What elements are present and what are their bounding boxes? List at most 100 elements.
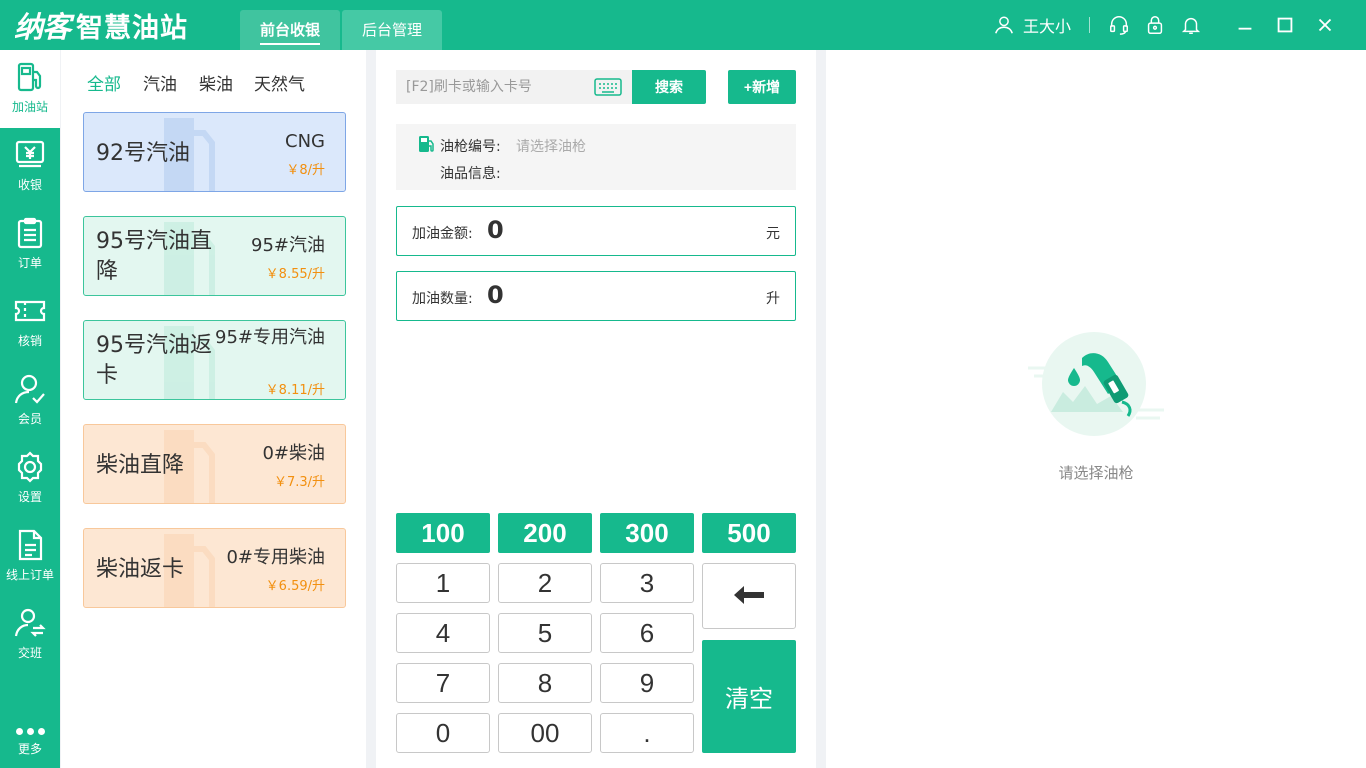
- keypad-key[interactable]: 2: [498, 563, 592, 603]
- keypad-key[interactable]: 3: [600, 563, 694, 603]
- backspace-button[interactable]: [702, 563, 796, 629]
- quick-amount-button[interactable]: 200: [498, 513, 592, 553]
- oil-price: ￥8.11/升: [265, 383, 325, 398]
- sidebar-label: 加油站: [11, 100, 48, 114]
- quick-amount-button[interactable]: 500: [702, 513, 796, 553]
- checkout-panel: 搜索 +新增 油枪编号: 请选择油枪 油品信息: 加油金额: 0 元 加油数量:…: [376, 50, 816, 768]
- app-logo: 纳客 智慧油站: [14, 7, 188, 44]
- oil-info-label: 油品信息:: [440, 166, 501, 182]
- member-icon: [14, 374, 45, 404]
- headset-icon[interactable]: [1108, 14, 1130, 36]
- fuel-volume-unit: 升: [766, 291, 780, 307]
- cashier-icon: [15, 140, 45, 168]
- search-button[interactable]: 搜索: [632, 70, 706, 104]
- sidebar-label: 订单: [17, 256, 42, 270]
- keypad-key[interactable]: 5: [498, 613, 592, 653]
- tab-front-cashier[interactable]: 前台收银: [240, 10, 340, 50]
- oil-price: ￥8/升: [286, 163, 325, 178]
- user-icon: [995, 16, 1013, 34]
- sidebar-label: 交班: [17, 646, 42, 660]
- keypad-key[interactable]: 00: [498, 713, 592, 753]
- top-right-controls: 王大小: [993, 0, 1366, 50]
- keypad-key[interactable]: 4: [396, 613, 490, 653]
- sidebar-item-verify[interactable]: 核销: [0, 284, 60, 362]
- filter-gasoline[interactable]: 汽油: [143, 70, 177, 95]
- quick-amount-button[interactable]: 300: [600, 513, 694, 553]
- gun-number-label: 油枪编号:: [440, 139, 501, 155]
- clear-button[interactable]: 清空: [702, 640, 796, 753]
- oil-type: CNG: [285, 131, 325, 152]
- sidebar-item-shift[interactable]: 交班: [0, 596, 60, 674]
- tab-backend-management[interactable]: 后台管理: [342, 10, 442, 50]
- oil-card[interactable]: 柴油直降 0#柴油 ￥7.3/升: [83, 424, 346, 504]
- shift-icon: [14, 608, 46, 637]
- sidebar-label: 会员: [17, 412, 42, 426]
- keypad-key[interactable]: 7: [396, 663, 490, 703]
- oil-card[interactable]: 95号汽油直降 95#汽油 ￥8.55/升: [83, 216, 346, 296]
- user-name[interactable]: 王大小: [1023, 13, 1071, 37]
- sidebar-item-settings[interactable]: 设置: [0, 440, 60, 518]
- gun-number-value: 请选择油枪: [516, 139, 586, 155]
- keyboard-icon[interactable]: [594, 78, 622, 96]
- title-bar: 纳客 智慧油站 前台收银 后台管理 王大小: [0, 0, 1366, 50]
- sidebar-label: 收银: [17, 178, 42, 192]
- card-number-input[interactable]: [396, 70, 592, 104]
- sidebar-item-cashier[interactable]: 收银: [0, 128, 60, 206]
- more-label[interactable]: 更多: [0, 740, 60, 757]
- keypad-key[interactable]: 0: [396, 713, 490, 753]
- card-search-box: [396, 70, 632, 104]
- fuel-amount-field[interactable]: 加油金额: 0 元: [396, 206, 796, 256]
- keypad-key[interactable]: 8: [498, 663, 592, 703]
- oil-type: 95#专用汽油: [215, 327, 325, 348]
- sidebar-label: 核销: [17, 334, 42, 348]
- document-icon: [18, 529, 43, 561]
- sidebar-item-online-orders[interactable]: 线上订单: [0, 518, 60, 596]
- more-icon[interactable]: [0, 720, 60, 739]
- filter-natural-gas[interactable]: 天然气: [254, 70, 305, 95]
- backspace-arrow-icon: [734, 585, 764, 604]
- empty-state-text: 请选择油枪: [1058, 464, 1134, 482]
- keypad-key[interactable]: 6: [600, 613, 694, 653]
- lock-icon[interactable]: [1144, 14, 1166, 36]
- sidebar-label: 设置: [17, 490, 42, 504]
- oil-price: ￥7.3/升: [273, 475, 325, 490]
- keypad-key[interactable]: .: [600, 713, 694, 753]
- divider: [1089, 17, 1090, 33]
- sidebar-item-member[interactable]: 会员: [0, 362, 60, 440]
- gun-info-box: 油枪编号: 请选择油枪 油品信息:: [396, 124, 796, 190]
- filter-diesel[interactable]: 柴油: [199, 70, 233, 95]
- close-icon[interactable]: [1314, 14, 1336, 36]
- sidebar-item-gas-station[interactable]: 加油站: [0, 50, 60, 128]
- maximize-icon[interactable]: [1274, 14, 1296, 36]
- filter-all[interactable]: 全部: [87, 70, 121, 95]
- keypad-key[interactable]: 1: [396, 563, 490, 603]
- oil-price: ￥8.55/升: [265, 267, 325, 282]
- oil-card[interactable]: 92号汽油 CNG ￥8/升: [83, 112, 346, 192]
- sidebar-label: 线上订单: [5, 568, 54, 582]
- oil-card[interactable]: 柴油返卡 0#专用柴油 ￥6.59/升: [83, 528, 346, 608]
- fuel-volume-field[interactable]: 加油数量: 0 升: [396, 271, 796, 321]
- fuel-amount-label: 加油金额:: [412, 226, 473, 242]
- tab-label: 前台收银: [259, 21, 320, 45]
- fuel-pump-icon: [17, 62, 42, 92]
- minimize-icon[interactable]: [1234, 14, 1256, 36]
- fuel-volume-label: 加油数量:: [412, 291, 473, 307]
- sidebar: 加油站 收银 订单 核销 会员 设置 线上订单 交班 更多: [0, 50, 60, 768]
- sidebar-item-orders[interactable]: 订单: [0, 206, 60, 284]
- fuel-nozzle-illustration: [1028, 332, 1164, 436]
- bell-icon[interactable]: [1180, 14, 1202, 36]
- order-icon: [17, 217, 43, 249]
- gun-selection-panel: 请选择油枪: [826, 50, 1366, 768]
- oil-type: 0#专用柴油: [226, 547, 325, 568]
- oil-price: ￥6.59/升: [265, 579, 325, 594]
- ticket-icon: [14, 300, 46, 322]
- oil-type: 95#汽油: [251, 235, 325, 256]
- keypad-key[interactable]: 9: [600, 663, 694, 703]
- fuel-amount-unit: 元: [766, 226, 780, 242]
- fuel-volume-value: 0: [487, 281, 504, 309]
- oil-panel: 全部 汽油 柴油 天然气 92号汽油 CNG ￥8/升 95号汽油直降 95#汽…: [61, 50, 366, 768]
- gear-icon: [17, 451, 43, 483]
- add-button[interactable]: +新增: [728, 70, 796, 104]
- quick-amount-button[interactable]: 100: [396, 513, 490, 553]
- oil-card[interactable]: 95号汽油返卡 95#专用汽油 ￥8.11/升: [83, 320, 346, 400]
